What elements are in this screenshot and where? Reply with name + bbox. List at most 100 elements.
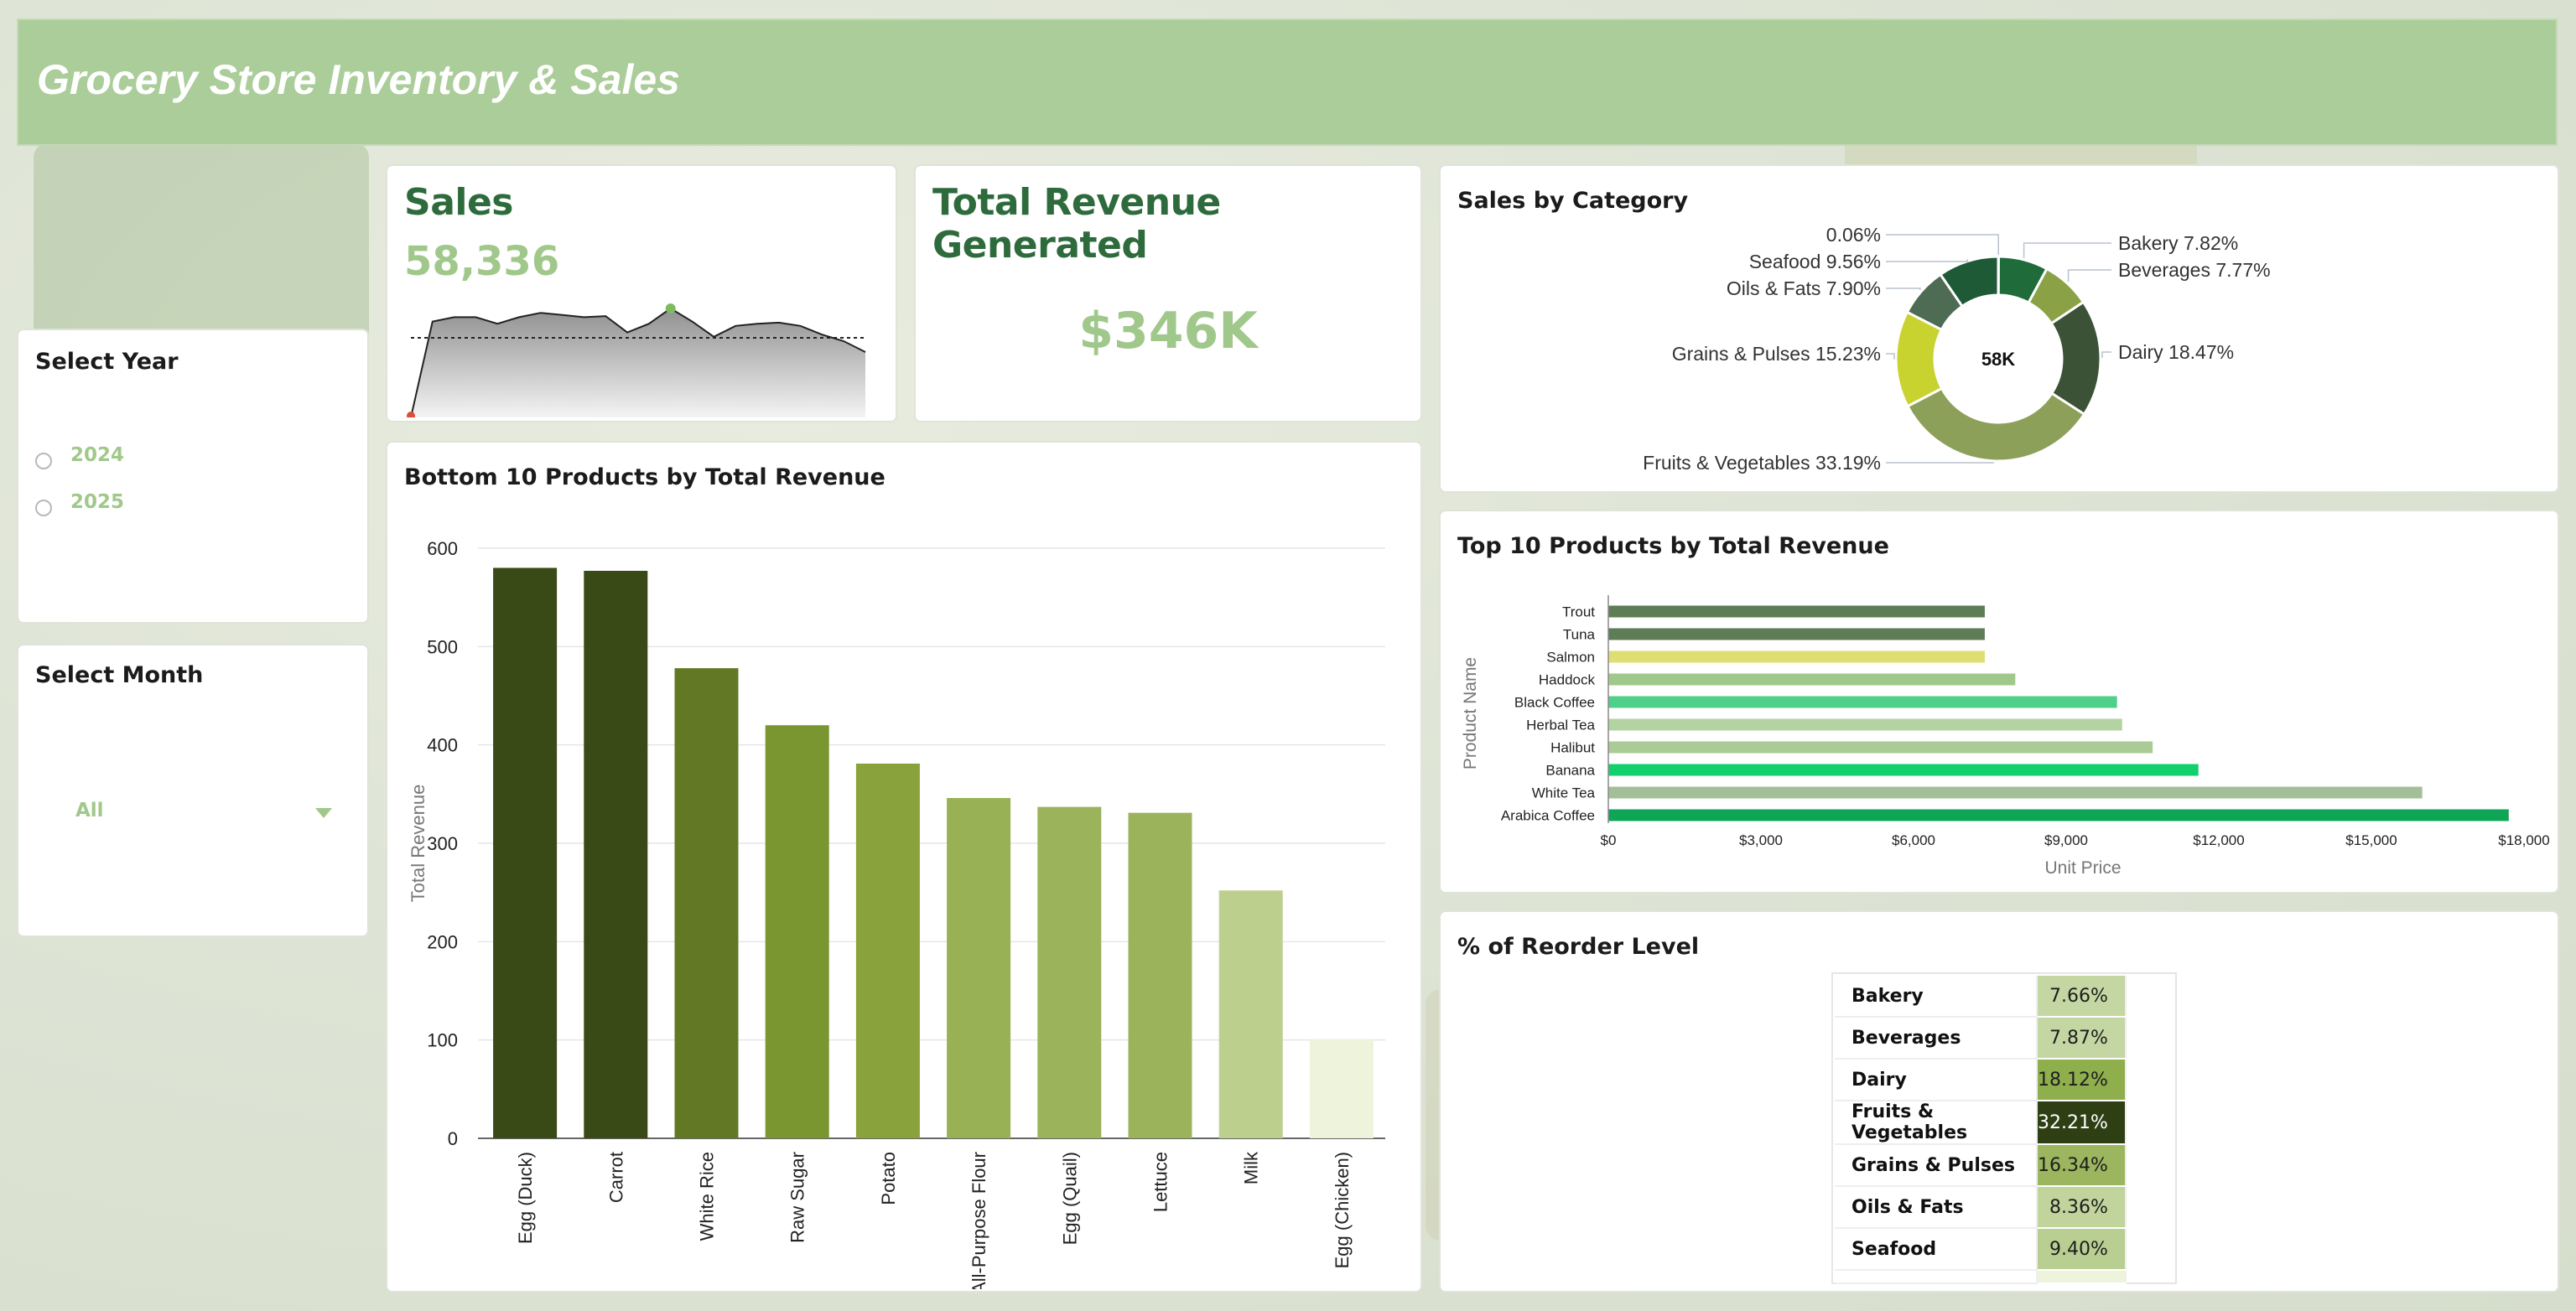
x-tick-label: Egg (Chicken) (1332, 1152, 1353, 1268)
sparkline-max-marker (665, 303, 676, 314)
y-tick-label: Trout (1562, 604, 1595, 620)
y-tick-label: Black Coffee (1514, 695, 1595, 711)
year-filter-title: Select Year (35, 349, 179, 375)
bar[interactable] (1608, 786, 2423, 799)
bar[interactable] (1608, 696, 2117, 708)
table-cell (1835, 1270, 2038, 1284)
dashboard-title: Grocery Store Inventory & Sales (37, 56, 680, 103)
reorder-category-cell: Seafood (1835, 1228, 2038, 1271)
reorder-level-card: % of Reorder Level Bakery 7.66% Beverages 7… (1439, 910, 2559, 1293)
table-row[interactable]: Seafood 9.40% (1835, 1228, 2127, 1271)
revenue-kpi-card: Total Revenue Generated $346K (914, 164, 1422, 422)
reorder-value-cell: 18.12% (2037, 1059, 2127, 1101)
y-tick-label: Tuna (1563, 627, 1596, 643)
donut-center-label: 58K (1981, 349, 2015, 370)
year-option-2024[interactable]: 2024 (35, 444, 124, 473)
bar[interactable] (674, 668, 739, 1138)
bar[interactable] (1037, 806, 1102, 1138)
x-tick-label: $3,000 (1739, 832, 1783, 848)
bar[interactable] (1608, 718, 2122, 731)
year-option-2025[interactable]: 2025 (35, 491, 124, 520)
y-tick-label: Haddock (1539, 672, 1596, 688)
reorder-category-cell: Grains & Pulses (1835, 1144, 2038, 1187)
reorder-category-cell: Fruits & Vegetables (1835, 1101, 2038, 1145)
bar[interactable] (765, 725, 829, 1138)
reorder-value-cell: 9.40% (2037, 1228, 2127, 1271)
leader-line (2101, 351, 2111, 359)
x-tick-label: $18,000 (2498, 832, 2549, 848)
bar[interactable] (1608, 628, 1985, 640)
sales-kpi-value: 58,336 (404, 238, 560, 285)
category-donut-card: Sales by Category 58K 0.06% Seafood 9.56% O… (1439, 164, 2559, 493)
month-dropdown[interactable]: All (18, 645, 367, 935)
bar[interactable] (584, 570, 648, 1138)
donut-slice-label: Dairy 18.47% (2118, 341, 2234, 363)
sales-sparkline (407, 303, 866, 417)
top10-bar-chart: Trout Tuna Salmon Haddock Black Coffee Herbal… (1461, 595, 2550, 878)
category-donut-chart: 58K 0.06% Seafood 9.56% Oils & Fats 7.90% Gr… (1643, 224, 2271, 474)
bar[interactable] (1608, 809, 2509, 821)
donut-slice[interactable] (1905, 386, 2086, 463)
year-option-label: 2025 (70, 491, 125, 513)
table-row[interactable]: Fruits & Vegetables 32.21% (1835, 1101, 2127, 1145)
y-tick-label: 500 (427, 636, 458, 657)
top10-chart-card: Top 10 Products by Total Revenue Trout Tu… (1439, 510, 2559, 894)
table-row[interactable]: Dairy 18.12% (1835, 1059, 2127, 1101)
bar[interactable] (855, 763, 920, 1138)
bar[interactable] (1309, 1039, 1374, 1138)
donut-slice-label: Beverages 7.77% (2118, 259, 2271, 281)
table-row[interactable]: Grains & Pulses 16.34% (1835, 1144, 2127, 1187)
reorder-category-cell: Beverages (1835, 1017, 2038, 1060)
y-axis-label: Total Revenue (408, 785, 428, 903)
y-tick-label: 0 (448, 1128, 458, 1149)
x-tick-label: $0 (1601, 832, 1617, 848)
bar[interactable] (1608, 741, 2153, 754)
donut-slice-label: Grains & Pulses 15.23% (1672, 343, 1881, 365)
x-tick-label: Lettuce (1150, 1152, 1171, 1212)
chevron-down-icon[interactable] (315, 808, 332, 818)
table-row[interactable]: Oils & Fats 8.36% (1835, 1186, 2127, 1229)
x-tick-label: $15,000 (2345, 832, 2397, 848)
y-tick-label: Arabica Coffee (1501, 808, 1595, 824)
reorder-level-table: Bakery 7.66% Beverages 7.87% Dairy 18.12% Frui… (1835, 976, 2127, 1284)
sales-kpi-card: Sales 58,336 (386, 164, 897, 422)
donut-slice-label: Seafood 9.56% (1749, 251, 1881, 272)
table-cell (2037, 1270, 2127, 1284)
reorder-value-cell: 32.21% (2037, 1101, 2127, 1145)
reorder-level-title: % of Reorder Level (1457, 934, 1700, 960)
x-tick-label: $12,000 (2193, 832, 2244, 848)
bar[interactable] (1608, 650, 1985, 663)
y-axis-label: Product Name (1461, 657, 1480, 770)
y-tick-label: Banana (1545, 763, 1595, 779)
bar[interactable] (493, 567, 558, 1138)
x-tick-label: White Rice (697, 1152, 718, 1241)
x-tick-label: All-Purpose Flour (969, 1152, 989, 1289)
x-tick-label: $6,000 (1892, 832, 1935, 848)
bar[interactable] (1128, 812, 1192, 1138)
table-row-partial (1835, 1270, 2127, 1284)
sales-kpi-title: Sales (404, 181, 514, 224)
y-tick-label: White Tea (1532, 785, 1596, 801)
year-filter-card: Select Year 2024 2025 (17, 329, 369, 624)
donut-slice-label: Fruits & Vegetables 33.19% (1643, 452, 1881, 474)
x-axis-label: Unit Price (2044, 858, 2121, 878)
radio-button[interactable] (35, 500, 52, 516)
table-row[interactable]: Beverages 7.87% (1835, 1017, 2127, 1060)
y-tick-label: 300 (427, 833, 458, 854)
reorder-value-cell: 16.34% (2037, 1144, 2127, 1187)
bar[interactable] (947, 798, 1011, 1138)
donut-slice-label: Oils & Fats 7.90% (1727, 277, 1881, 299)
bar[interactable] (1608, 673, 2016, 686)
x-tick-label: Raw Sugar (787, 1152, 808, 1243)
bar[interactable] (1608, 764, 2199, 776)
x-tick-label: Egg (Duck) (515, 1152, 536, 1244)
reorder-value-cell: 7.87% (2037, 1017, 2127, 1060)
radio-button[interactable] (35, 453, 52, 469)
reorder-value-cell: 8.36% (2037, 1186, 2127, 1229)
leader-line (1886, 288, 1921, 291)
bar[interactable] (1218, 890, 1283, 1138)
y-tick-label: 100 (427, 1030, 458, 1051)
year-option-label: 2024 (70, 444, 125, 466)
table-row[interactable]: Bakery 7.66% (1835, 976, 2127, 1018)
bar[interactable] (1608, 605, 1985, 618)
